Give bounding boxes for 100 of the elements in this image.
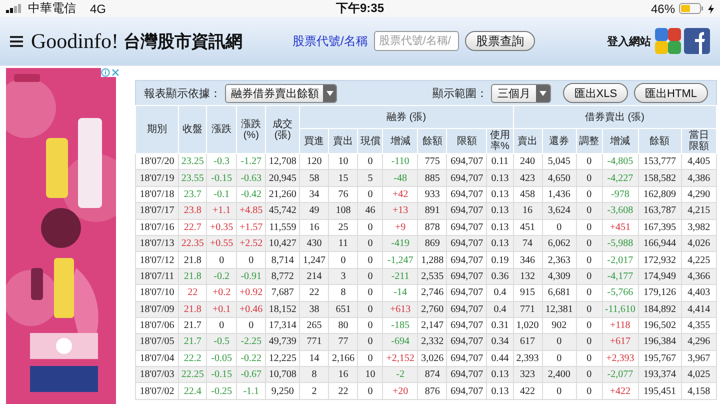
- table-cell: 0: [358, 186, 383, 203]
- table-cell: 20,945: [266, 170, 300, 186]
- search-field[interactable]: 股票代號/名稱/: [374, 31, 459, 51]
- charging-icon: [708, 4, 714, 14]
- table-cell: 0.31: [486, 317, 514, 334]
- export-button[interactable]: 匯出HTML: [634, 83, 708, 103]
- table-cell: -110: [382, 154, 418, 170]
- table-cell: -694: [382, 334, 418, 350]
- column-header: 成交 (張): [266, 106, 300, 154]
- table-cell: 9,250: [266, 382, 300, 400]
- table-cell: 5,045: [542, 154, 576, 170]
- table-cell: 323: [513, 366, 542, 383]
- table-cell: 874: [418, 366, 447, 383]
- login-label[interactable]: 登入網站: [607, 34, 651, 48]
- basis-dropdown[interactable]: 融券借券賣出餘額: [225, 84, 337, 102]
- table-cell: -1,247: [382, 252, 418, 268]
- table-cell: 694,707: [446, 284, 487, 302]
- table-cell: -4,805: [602, 154, 638, 170]
- table-cell: 2,535: [418, 268, 447, 285]
- table-cell: +1.57: [236, 219, 266, 236]
- menu-icon[interactable]: [10, 36, 23, 46]
- table-cell: 4,403: [681, 284, 716, 302]
- table-cell: 1,020: [513, 317, 542, 334]
- column-header: 餘額: [418, 128, 447, 154]
- table-cell: 4,355: [681, 317, 716, 334]
- table-cell: -0.15: [206, 366, 237, 383]
- table-cell: +20: [382, 382, 418, 400]
- table-cell: 4,309: [542, 268, 576, 285]
- table-cell: 694,707: [446, 154, 487, 170]
- table-cell: +118: [602, 317, 638, 334]
- table-cell: 933: [418, 186, 447, 203]
- table-cell: 8: [328, 284, 358, 302]
- table-cell: 891: [418, 202, 447, 220]
- table-cell: 12,381: [542, 301, 576, 318]
- table-cell: 2,332: [418, 334, 447, 350]
- table-cell: -48: [382, 170, 418, 186]
- table-cell: 18'07/20: [136, 154, 179, 170]
- table-cell: -0.15: [206, 170, 237, 186]
- site-logo[interactable]: Goodinfo!: [31, 28, 118, 54]
- table-cell: 0.34: [486, 334, 514, 350]
- table-cell: 38: [300, 301, 329, 318]
- search-button[interactable]: 股票查詢: [464, 31, 535, 51]
- table-cell: 694,707: [446, 186, 487, 203]
- table-cell: +13: [382, 202, 418, 220]
- column-header: 賣出: [328, 128, 358, 154]
- table-cell: 694,707: [446, 366, 487, 383]
- export-button[interactable]: 匯出XLS: [563, 83, 628, 103]
- google-login-icon[interactable]: [655, 28, 681, 54]
- table-cell: -0.3: [206, 154, 237, 170]
- table-cell: 2,166: [328, 350, 358, 367]
- table-cell: 0: [576, 235, 602, 252]
- column-header: 使用率%: [486, 128, 514, 154]
- table-cell: +613: [382, 301, 418, 318]
- table-cell: 0: [358, 382, 383, 400]
- table-cell: 0: [358, 154, 383, 170]
- table-cell: 8: [300, 366, 329, 383]
- table-cell: 651: [328, 301, 358, 318]
- table-cell: -211: [382, 268, 418, 285]
- table-cell: 18'07/13: [136, 235, 179, 252]
- table-cell: 0.13: [486, 202, 514, 220]
- table-cell: 0: [206, 317, 237, 334]
- table-cell: 0: [576, 252, 602, 268]
- table-cell: +1.1: [206, 202, 237, 220]
- range-dropdown[interactable]: 三個月: [491, 84, 552, 102]
- search-label-link[interactable]: 股票代號/名稱: [292, 32, 368, 50]
- table-cell: -4,177: [602, 268, 638, 285]
- table-cell: 0: [576, 317, 602, 334]
- table-cell: 25: [328, 219, 358, 236]
- table-cell: 4,405: [681, 154, 716, 170]
- table-cell: 22.2: [178, 350, 207, 367]
- basis-label: 報表顯示依據：: [144, 86, 221, 100]
- table-cell: 3,982: [681, 219, 716, 236]
- table-cell: 885: [418, 170, 447, 186]
- close-icon[interactable]: [111, 68, 120, 77]
- table-cell: 771: [513, 301, 542, 318]
- column-header: 漲跌: [206, 106, 237, 154]
- table-cell: 0.11: [486, 154, 514, 170]
- table-cell: 6,062: [542, 235, 576, 252]
- table-cell: 162,809: [638, 186, 682, 203]
- table-cell: 23.55: [178, 170, 207, 186]
- table-cell: +0.35: [206, 219, 237, 236]
- table-cell: 23.7: [178, 186, 207, 203]
- table-cell: 451: [513, 219, 542, 236]
- table-cell: 21.8: [178, 252, 207, 268]
- table-cell: 22.25: [178, 366, 207, 383]
- table-cell: -14: [382, 284, 418, 302]
- table-cell: 108: [328, 202, 358, 220]
- table-cell: 10,708: [266, 366, 300, 383]
- table-cell: 0.13: [486, 219, 514, 236]
- table-cell: 2,746: [418, 284, 447, 302]
- facebook-login-icon[interactable]: [684, 28, 710, 54]
- table-cell: 18'07/17: [136, 202, 179, 220]
- table-cell: 46: [358, 202, 383, 220]
- table-cell: 4,025: [681, 366, 716, 383]
- table-cell: 195,767: [638, 350, 682, 367]
- table-cell: 0: [576, 202, 602, 220]
- table-cell: 0: [576, 154, 602, 170]
- table-cell: 4,225: [681, 252, 716, 268]
- column-header: 增減: [602, 128, 638, 154]
- info-icon[interactable]: [101, 68, 110, 77]
